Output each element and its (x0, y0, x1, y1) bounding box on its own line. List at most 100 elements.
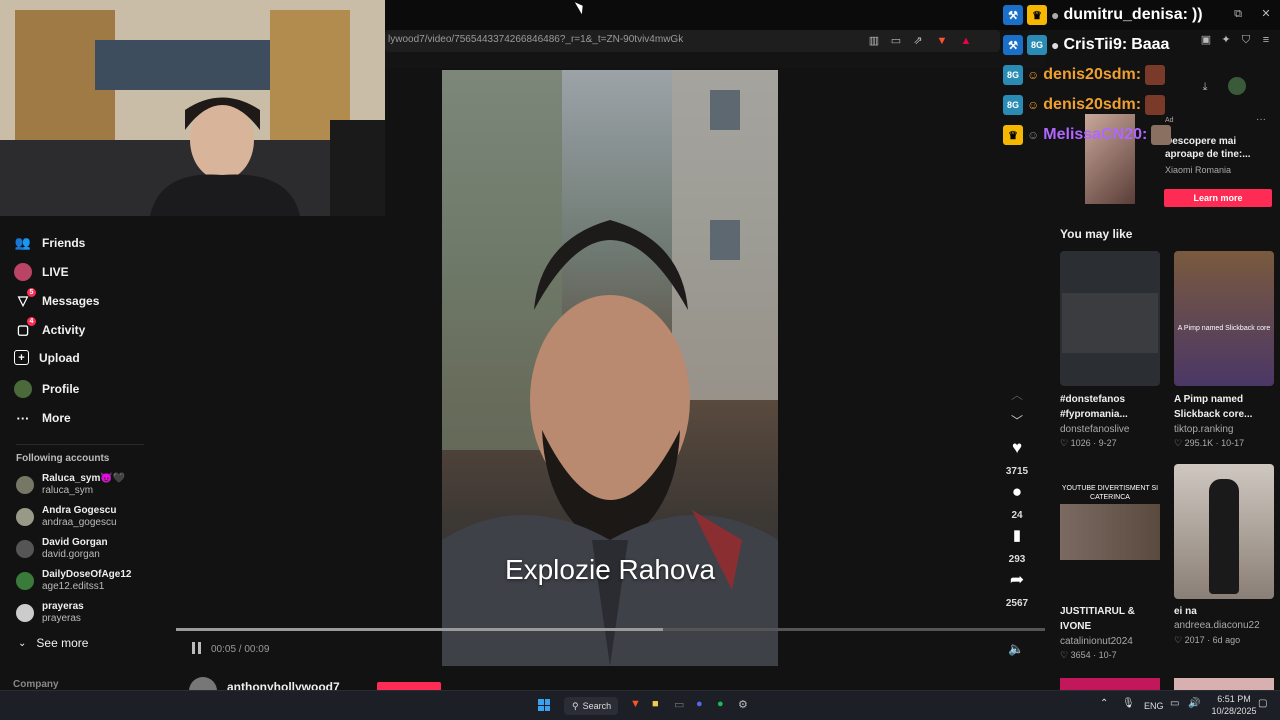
user-icon: ☺ (1027, 68, 1040, 82)
suggestion-title[interactable]: JUSTITIARUL & IVONE (1060, 604, 1160, 634)
sidebar-item-messages[interactable]: ▽ 5 Messages (14, 288, 100, 310)
language-indicator[interactable]: ENG (1144, 701, 1164, 711)
see-more-button[interactable]: ⌄ See more (18, 636, 88, 650)
ad-title[interactable]: Descopere mai aproape de tine:... (1165, 135, 1275, 161)
sidebar-item-label: More (42, 411, 71, 425)
reader-mode-icon[interactable]: ▥ (866, 33, 882, 49)
file-explorer-icon[interactable]: ■ (652, 698, 659, 710)
suggestion-user[interactable]: tiktop.ranking (1174, 424, 1233, 435)
user-icon: ☺ (1027, 128, 1040, 142)
chat-text: )) (1191, 6, 1203, 23)
suggestion-date: 6d ago (1212, 635, 1241, 645)
suggestion-user[interactable]: donstefanoslive (1060, 424, 1130, 435)
menu-icon[interactable]: ≡ (1258, 32, 1274, 48)
comment-icon[interactable]: ● (997, 482, 1037, 502)
brave-shield-icon[interactable]: ▼ (934, 33, 950, 49)
share-arrow-icon[interactable]: ➦ (997, 570, 1037, 590)
sidebar-item-live[interactable]: LIVE (14, 263, 69, 281)
shield-icon[interactable]: ⛉ (1238, 32, 1254, 48)
live-icon (14, 263, 32, 281)
suggestion-thumbnail-partial[interactable] (1174, 678, 1274, 690)
bookmark-icon[interactable]: ▮ (997, 526, 1037, 544)
suggestion-title[interactable]: #donstefanos #fypromania... (1060, 392, 1160, 422)
follow-button[interactable] (377, 682, 441, 690)
suggestion-meta: ♡ 295.1K · 10-17 (1174, 438, 1245, 448)
taskbar-search[interactable]: ⚲ Search (564, 697, 618, 715)
account-name: David Gorgan (42, 537, 108, 548)
chat-username: denis20sdm: (1043, 96, 1142, 113)
spotify-icon[interactable]: ● (717, 698, 724, 710)
following-account[interactable]: David Gorgan david.gorgan (16, 537, 108, 561)
pause-icon[interactable] (192, 642, 204, 656)
avatar (16, 476, 34, 494)
suggestion-thumbnail[interactable]: YOUTUBE DIVERTISMENT SI CATERINCA (1060, 464, 1160, 599)
suggestion-thumbnail[interactable]: A Pimp named Slickback core (1174, 251, 1274, 386)
notification-icon[interactable]: ▢ (1258, 698, 1267, 709)
following-account[interactable]: Andra Gogescu andraa_gogescu (16, 505, 117, 529)
microphone-icon[interactable]: 🎙 (1122, 698, 1135, 709)
download-icon[interactable]: ⤓ (1197, 79, 1213, 95)
suggestion-likes: 3654 (1070, 650, 1091, 660)
suggestion-thumbnail[interactable] (1060, 251, 1160, 386)
brave-browser-icon[interactable]: ▼ (630, 698, 641, 710)
volume-icon[interactable]: 🔈 (1008, 641, 1024, 657)
thumbnail-text: YOUTUBE DIVERTISMENT SI CATERINCA (1061, 485, 1159, 501)
sub-badge-icon: 8G (1003, 95, 1023, 115)
suggestion-thumbnail[interactable] (1174, 464, 1274, 599)
clock-date[interactable]: 10/28/2025 (1208, 706, 1260, 716)
chat-username: denis20sdm: (1043, 66, 1142, 83)
suggestion-meta: ♡ 2017 · 6d ago (1174, 635, 1241, 645)
activity-badge: 4 (27, 317, 36, 326)
account-handle: age12.editss1 (42, 581, 105, 592)
emote-icon (1145, 65, 1166, 85)
suggestion-date: 9-27 (1098, 438, 1117, 448)
cast-icon[interactable]: ▭ (888, 33, 904, 49)
avatar (16, 508, 34, 526)
user-avatar[interactable] (1228, 77, 1246, 95)
settings-icon[interactable]: ⚙ (738, 698, 748, 711)
suggestion-title[interactable]: A Pimp named Slickback core... (1174, 392, 1274, 422)
user-icon: ☺ (1027, 98, 1040, 112)
app-icon[interactable]: ▭ (674, 698, 684, 711)
speaker-icon[interactable]: 🔊 (1188, 698, 1200, 709)
ad-more-icon[interactable]: ··· (1256, 114, 1266, 125)
sidebar-item-more[interactable]: ··· More (14, 409, 71, 427)
sparkle-icon[interactable]: ✦ (1218, 32, 1234, 48)
webcam-overlay (0, 0, 385, 216)
emote-icon (1151, 125, 1172, 145)
close-icon[interactable]: ✕ (1258, 6, 1274, 22)
clock-time[interactable]: 6:51 PM (1214, 694, 1254, 704)
sidebar-item-label: Profile (42, 382, 80, 396)
start-icon[interactable] (538, 699, 550, 711)
extensions-icon[interactable]: ▣ (1198, 32, 1214, 48)
restore-icon[interactable]: ⧉ (1230, 6, 1246, 22)
suggestion-thumbnail-partial[interactable] (1060, 678, 1160, 690)
company-link[interactable]: Company (13, 679, 59, 690)
sidebar-item-profile[interactable]: Profile (14, 380, 79, 398)
following-title: Following accounts (16, 453, 110, 464)
network-icon[interactable]: ▭ (1170, 698, 1179, 709)
sidebar-item-label: Messages (42, 294, 100, 308)
brave-rewards-icon[interactable]: ▲ (958, 33, 974, 49)
suggestion-user[interactable]: andreea.diaconu22 (1174, 620, 1260, 631)
prev-video-icon[interactable]: ︿ (997, 386, 1037, 403)
following-account[interactable]: prayeras prayeras (16, 601, 84, 625)
sidebar-item-friends[interactable]: 👥 Friends (14, 234, 85, 252)
suggestion-user[interactable]: catalinionut2024 (1060, 636, 1133, 647)
discord-icon[interactable]: ● (696, 698, 703, 710)
url-text[interactable]: lywood7/video/7565443374266846486?_r=1&_… (388, 34, 683, 45)
sidebar-item-activity[interactable]: ▢ 4 Activity (14, 317, 85, 339)
next-video-icon[interactable]: ﹀ (997, 412, 1037, 429)
tray-chevron-icon[interactable]: ⌃ (1100, 698, 1108, 709)
more-icon: ··· (16, 410, 30, 426)
upload-icon: + (14, 350, 29, 365)
share-icon[interactable]: ⇗ (910, 33, 926, 49)
suggestion-title[interactable]: ei na (1174, 604, 1274, 619)
crown-badge-icon: ♛ (1027, 5, 1047, 25)
following-account[interactable]: Raluca_sym😈🖤 raluca_sym (16, 473, 125, 497)
sub-badge-icon: 8G (1003, 65, 1023, 85)
like-icon[interactable]: ♥ (997, 438, 1037, 458)
learn-more-button[interactable]: Learn more (1164, 189, 1272, 207)
sidebar-item-upload[interactable]: + Upload (14, 350, 80, 365)
following-account[interactable]: DailyDoseOfAge12 age12.editss1 (16, 569, 131, 593)
